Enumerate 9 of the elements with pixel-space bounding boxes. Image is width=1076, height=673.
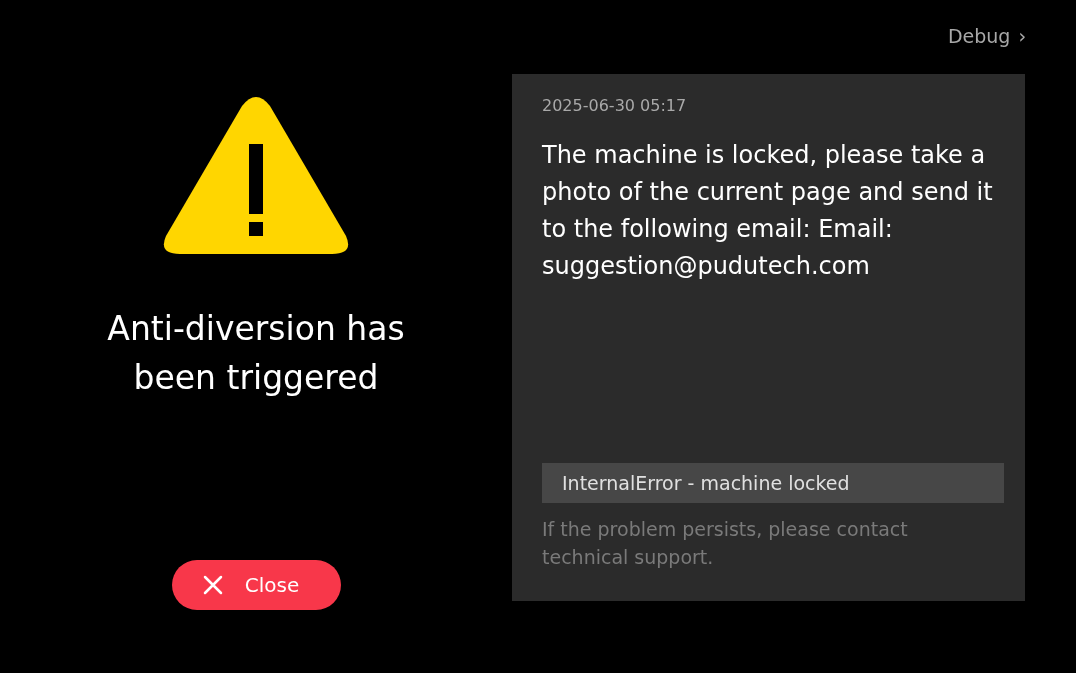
lock-message: The machine is locked, please take a photo of the current page and send it to the following email: Email: suggestion@pudutech.com	[542, 140, 994, 282]
close-icon	[202, 575, 223, 595]
warning-icon	[162, 96, 350, 256]
error-code: InternalError - machine locked	[542, 463, 1004, 503]
close-button[interactable]: Close	[171, 560, 341, 610]
alert-title: Anti-diversion has been triggered	[106, 308, 406, 399]
support-hint: If the problem persists, please contact technical support.	[542, 517, 909, 570]
timestamp: 2025-06-30 05:17	[542, 96, 688, 115]
debug-link[interactable]: Debug ›	[947, 25, 1026, 47]
